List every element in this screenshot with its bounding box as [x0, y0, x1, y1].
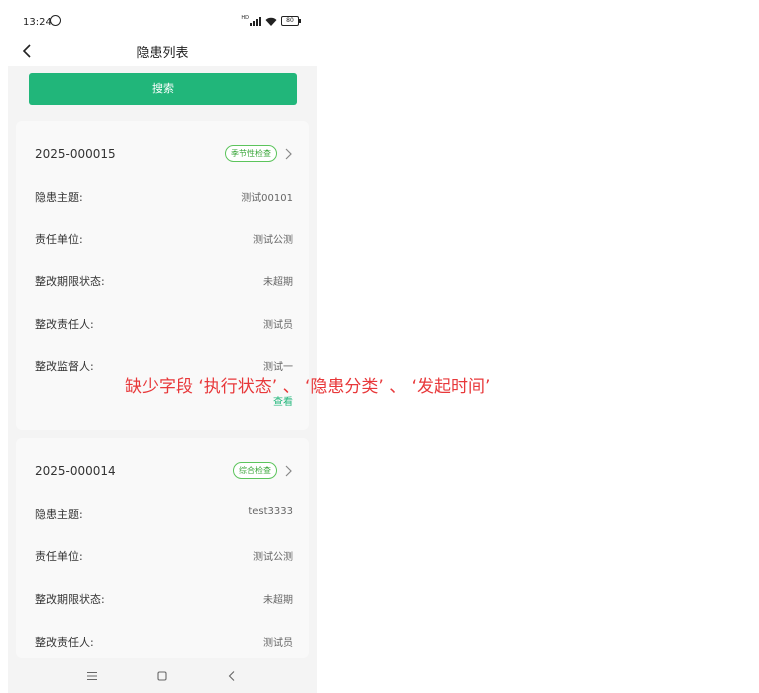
card-row: 责任单位: 测试公测 — [35, 548, 293, 564]
field-value: 测试公测 — [253, 235, 293, 246]
card-header: 2025-000014 综合检查 — [35, 462, 293, 482]
card-header: 2025-000015 季节性检查 — [35, 145, 293, 165]
card-row: 整改期限状态: 未超期 — [35, 591, 293, 607]
field-value: 未超期 — [263, 595, 293, 606]
field-value: 测试员 — [263, 320, 293, 331]
chevron-right-icon[interactable] — [283, 463, 293, 477]
back-triangle-icon[interactable] — [225, 668, 239, 682]
home-square-icon[interactable] — [155, 668, 169, 682]
hazard-card[interactable]: 2025-000014 综合检查 隐患主题: test3333 责任单位: 测试… — [16, 438, 309, 658]
nav-bar: 隐患列表 — [8, 36, 317, 66]
status-icons: HD 80 — [241, 15, 301, 26]
card-row: 隐患主题: test3333 — [35, 506, 293, 522]
chevron-right-icon[interactable] — [283, 146, 293, 160]
alarm-icon — [50, 15, 61, 26]
field-label: 责任单位: — [35, 233, 83, 246]
search-button[interactable]: 搜索 — [29, 73, 297, 105]
status-bar: 13:24 HD 80 — [8, 8, 317, 36]
field-label: 整改期限状态: — [35, 275, 105, 288]
field-label: 整改期限状态: — [35, 593, 105, 606]
card-row: 整改期限状态: 未超期 — [35, 273, 293, 289]
page-title: 隐患列表 — [136, 46, 189, 61]
annotation-note: 缺少字段 ‘执行状态’ 、 ‘隐患分类’ 、 ‘发起时间’ — [125, 377, 491, 397]
wifi-icon — [265, 17, 277, 26]
inspection-type-tag: 季节性检查 — [225, 145, 277, 162]
battery-level: 80 — [286, 17, 294, 24]
battery-icon: 80 — [281, 16, 301, 26]
field-value: 测试一 — [263, 362, 293, 373]
hazard-id: 2025-000015 — [35, 147, 116, 161]
menu-icon[interactable] — [85, 668, 99, 682]
card-row: 整改责任人: 测试员 — [35, 634, 293, 650]
phone-screen: 13:24 HD 80 隐患列表 搜索 2025-000015 季节性检查 隐患… — [8, 8, 317, 693]
card-row: 整改责任人: 测试员 — [35, 316, 293, 332]
field-value: 测试员 — [263, 638, 293, 649]
field-value: 测试00101 — [241, 193, 293, 204]
inspection-type-tag: 综合检查 — [233, 462, 277, 479]
field-label: 隐患主题: — [35, 191, 83, 204]
field-value: 未超期 — [263, 277, 293, 288]
system-nav-bar — [8, 658, 317, 693]
card-row: 隐患主题: 测试00101 — [35, 189, 293, 205]
hd-label: HD — [241, 15, 249, 21]
field-label: 责任单位: — [35, 550, 83, 563]
card-row: 责任单位: 测试公测 — [35, 231, 293, 247]
field-label: 整改监督人: — [35, 360, 94, 373]
field-label: 整改责任人: — [35, 318, 94, 331]
field-value: 测试公测 — [253, 552, 293, 563]
field-value: test3333 — [248, 506, 293, 517]
field-label: 整改责任人: — [35, 636, 94, 649]
signal-icon — [250, 16, 261, 26]
hazard-id: 2025-000014 — [35, 464, 116, 478]
field-label: 隐患主题: — [35, 508, 83, 521]
status-time: 13:24 — [23, 17, 52, 28]
